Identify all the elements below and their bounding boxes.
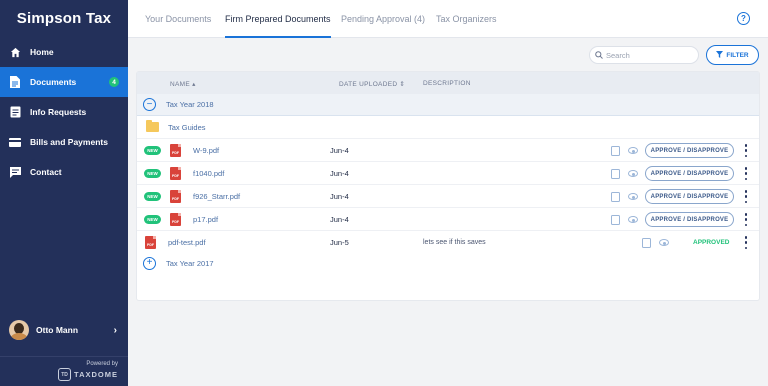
- sidebar-item-label: Bills and Payments: [30, 137, 108, 147]
- file-name[interactable]: p17.pdf: [193, 208, 218, 231]
- tab-your-documents[interactable]: Your Documents: [145, 0, 211, 38]
- search-box[interactable]: [589, 46, 699, 64]
- sidebar: Simpson Tax Home Documents 4 Info Reques…: [0, 0, 128, 386]
- column-header-name[interactable]: NAME ▴: [170, 80, 196, 88]
- search-input[interactable]: [606, 50, 692, 60]
- info-request-icon: [9, 106, 21, 118]
- taxdome-wordmark: TAXDOME: [74, 370, 118, 379]
- sidebar-divider: [0, 356, 128, 357]
- new-badge: NEW: [144, 192, 161, 201]
- sidebar-item-bills-payments[interactable]: Bills and Payments: [0, 127, 128, 157]
- table-row: NEW PDF W-9.pdf Jun-4 APPROVE / DISAPPRO…: [137, 139, 759, 162]
- download-icon[interactable]: [611, 192, 620, 202]
- documents-table: NAME ▴ DATE UPLOADED ⇕ DESCRIPTION − Tax…: [137, 72, 759, 300]
- file-name[interactable]: W-9.pdf: [193, 139, 219, 162]
- date-uploaded: Jun-5: [330, 238, 349, 247]
- sidebar-item-documents[interactable]: Documents 4: [0, 67, 128, 97]
- new-badge: NEW: [144, 169, 161, 178]
- folder-icon: [146, 120, 159, 132]
- filter-button[interactable]: FILTER: [706, 45, 759, 65]
- approve-disapprove-button[interactable]: APPROVE / DISAPPROVE: [645, 212, 734, 227]
- help-icon[interactable]: ?: [737, 12, 750, 25]
- new-badge: NEW: [144, 146, 161, 155]
- taxdome-logo[interactable]: TD TAXDOME: [58, 368, 118, 381]
- download-icon[interactable]: [611, 146, 620, 156]
- taxdome-logo-icon: TD: [58, 368, 72, 381]
- pdf-file-icon: PDF: [170, 167, 181, 180]
- file-name[interactable]: f1040.pdf: [193, 162, 224, 185]
- pdf-file-icon: PDF: [170, 144, 181, 157]
- sidebar-item-label: Documents: [30, 77, 77, 87]
- folder-name[interactable]: Tax Guides: [168, 116, 206, 139]
- sidebar-item-home[interactable]: Home: [0, 37, 128, 67]
- powered-by-label: Powered by: [86, 361, 118, 367]
- date-uploaded: Jun-4: [330, 169, 349, 178]
- approve-disapprove-button[interactable]: APPROVE / DISAPPROVE: [645, 166, 734, 181]
- sidebar-item-label: Home: [30, 47, 54, 57]
- approve-disapprove-button[interactable]: APPROVE / DISAPPROVE: [645, 143, 734, 158]
- eye-icon[interactable]: [628, 216, 638, 223]
- documents-count-badge: 4: [109, 77, 119, 87]
- eye-icon[interactable]: [659, 239, 669, 246]
- sidebar-item-info-requests[interactable]: Info Requests: [0, 97, 128, 127]
- table-row: NEW PDF f1040.pdf Jun-4 APPROVE / DISAPP…: [137, 162, 759, 185]
- filter-icon: [716, 50, 724, 60]
- eye-icon[interactable]: [628, 147, 638, 154]
- home-icon: [9, 46, 21, 58]
- sidebar-item-label: Contact: [30, 167, 62, 177]
- chevron-right-icon: ›: [113, 324, 117, 336]
- eye-icon[interactable]: [628, 193, 638, 200]
- download-icon[interactable]: [611, 169, 620, 179]
- date-uploaded: Jun-4: [330, 146, 349, 155]
- more-options-icon[interactable]: [744, 144, 748, 157]
- approve-disapprove-button[interactable]: APPROVE / DISAPPROVE: [645, 189, 734, 204]
- user-profile[interactable]: Otto Mann ›: [0, 315, 128, 345]
- top-tab-bar: Your Documents Firm Prepared Documents P…: [128, 0, 768, 38]
- tab-firm-prepared-documents[interactable]: Firm Prepared Documents: [225, 0, 331, 38]
- download-icon[interactable]: [611, 215, 620, 225]
- date-uploaded: Jun-4: [330, 192, 349, 201]
- tab-pending-approval[interactable]: Pending Approval (4): [341, 0, 425, 38]
- search-icon: [595, 46, 603, 64]
- group-label: Tax Year 2018: [166, 100, 214, 109]
- user-name: Otto Mann: [36, 325, 79, 335]
- approved-status: APPROVED: [693, 239, 730, 246]
- avatar: [9, 320, 29, 340]
- table-row: PDF pdf-test.pdf Jun-5 lets see if this …: [137, 231, 759, 254]
- file-name[interactable]: f926_Starr.pdf: [193, 185, 240, 208]
- brand-title: Simpson Tax: [16, 10, 112, 27]
- pdf-file-icon: PDF: [170, 213, 181, 226]
- file-description: lets see if this saves: [423, 239, 486, 246]
- more-options-icon[interactable]: [744, 190, 748, 203]
- chat-icon: [9, 166, 21, 178]
- collapse-icon[interactable]: −: [143, 98, 156, 111]
- credit-card-icon: [9, 136, 21, 148]
- download-icon[interactable]: [642, 238, 651, 248]
- new-badge: NEW: [144, 215, 161, 224]
- group-row-tax-year-2017[interactable]: + Tax Year 2017: [137, 252, 759, 274]
- group-row-tax-year-2018[interactable]: − Tax Year 2018: [137, 94, 759, 116]
- pdf-file-icon: PDF: [145, 236, 156, 249]
- more-options-icon[interactable]: [744, 213, 748, 226]
- filter-label: FILTER: [726, 51, 749, 59]
- sidebar-item-label: Info Requests: [30, 107, 87, 117]
- group-label: Tax Year 2017: [166, 258, 214, 268]
- table-header: NAME ▴ DATE UPLOADED ⇕ DESCRIPTION: [137, 72, 759, 94]
- date-uploaded: Jun-4: [330, 215, 349, 224]
- more-options-icon[interactable]: [744, 167, 748, 180]
- document-icon: [9, 76, 21, 88]
- column-header-date[interactable]: DATE UPLOADED ⇕: [339, 80, 405, 88]
- pdf-file-icon: PDF: [170, 190, 181, 203]
- column-header-description[interactable]: DESCRIPTION: [423, 80, 471, 87]
- folder-row[interactable]: Tax Guides: [137, 116, 759, 139]
- expand-icon[interactable]: +: [143, 256, 156, 270]
- file-name[interactable]: pdf-test.pdf: [168, 231, 206, 254]
- table-row: NEW PDF f926_Starr.pdf Jun-4 APPROVE / D…: [137, 185, 759, 208]
- more-options-icon[interactable]: [744, 236, 748, 249]
- sidebar-item-contact[interactable]: Contact: [0, 157, 128, 187]
- tab-tax-organizers[interactable]: Tax Organizers: [436, 0, 497, 38]
- table-row: NEW PDF p17.pdf Jun-4 APPROVE / DISAPPRO…: [137, 208, 759, 231]
- eye-icon[interactable]: [628, 170, 638, 177]
